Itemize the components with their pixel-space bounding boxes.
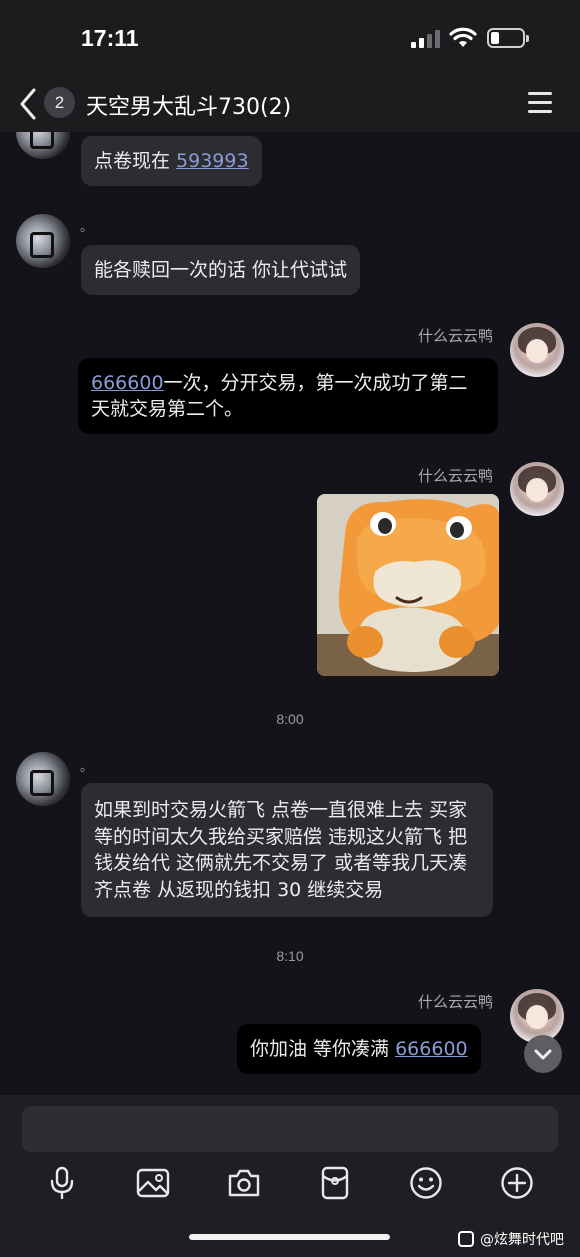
message-link[interactable]: 593993 [176, 150, 249, 172]
sticker-illustration [317, 494, 499, 676]
chat-title: 天空男大乱斗730(2) [86, 95, 292, 120]
chevron-down-icon [534, 1049, 552, 1060]
sender-name: 什么云云鸭 [417, 993, 493, 1011]
sender-avatar[interactable] [16, 214, 70, 268]
message-link[interactable]: 666600 [395, 1038, 468, 1060]
red-packet-icon [321, 1166, 349, 1200]
message-bubble[interactable]: 666600一次，分开交易，第一次成功了第二天就交易第二个。 [78, 358, 498, 434]
red-packet-button[interactable] [313, 1161, 357, 1205]
status-time: 17:11 [81, 25, 139, 51]
wifi-icon [449, 27, 477, 47]
emoji-button[interactable] [404, 1161, 448, 1205]
message-bubble[interactable]: 点卷现在 593993 [81, 136, 262, 186]
album-button[interactable] [131, 1161, 175, 1205]
message-text: 如果到时交易火箭飞 点卷一直很难上去 买家等的时间太久我给买家赔偿 违规这火箭飞… [94, 799, 468, 901]
scroll-to-bottom-button[interactable] [524, 1035, 562, 1073]
message-link[interactable]: 666600 [91, 372, 164, 394]
sender-name: 。 [80, 760, 94, 775]
more-button[interactable] [495, 1161, 539, 1205]
message-bubble[interactable]: 你加油 等你凑满 666600 [237, 1024, 481, 1074]
watermark: @炫舞时代吧 [458, 1229, 564, 1249]
sender-name: 什么云云鸭 [417, 327, 493, 345]
microphone-icon [50, 1166, 74, 1200]
menu-button[interactable] [526, 90, 556, 116]
message-timestamp: 8:00 [276, 711, 304, 727]
sender-name: 。 [80, 220, 94, 235]
unread-count-badge[interactable]: 2 [44, 87, 75, 118]
sender-avatar[interactable] [16, 132, 70, 159]
back-button[interactable] [14, 84, 44, 124]
sender-avatar[interactable] [16, 752, 70, 806]
message-bubble[interactable]: 如果到时交易火箭飞 点卷一直很难上去 买家等的时间太久我给买家赔偿 违规这火箭飞… [81, 783, 493, 917]
message-bubble[interactable]: 能各赎回一次的话 你让代试试 [81, 245, 361, 295]
cellular-signal-icon [411, 30, 441, 48]
message-timestamp: 8:10 [276, 948, 304, 964]
camera-icon [228, 1169, 260, 1197]
battery-icon [487, 28, 529, 48]
camera-button[interactable] [222, 1161, 266, 1205]
message-input[interactable] [22, 1106, 558, 1152]
watermark-logo-icon [458, 1231, 474, 1247]
message-text: 你加油 等你凑满 [250, 1038, 396, 1060]
watermark-text: @炫舞时代吧 [480, 1232, 564, 1248]
message-text: 点卷现在 [94, 150, 177, 172]
voice-button[interactable] [40, 1161, 84, 1205]
sender-name: 什么云云鸭 [417, 467, 493, 485]
chat-header: 2 天空男大乱斗730(2) [0, 76, 580, 132]
my-avatar[interactable] [510, 323, 564, 377]
composer: @炫舞时代吧 [0, 1095, 580, 1257]
message-list[interactable]: 点卷现在 593993 。 能各赎回一次的话 你让代试试 什么云云鸭 66660… [0, 132, 580, 1095]
status-bar: 17:11 [0, 0, 580, 76]
emoji-icon [410, 1167, 442, 1199]
my-avatar[interactable] [510, 462, 564, 516]
plus-icon [501, 1167, 533, 1199]
image-icon [136, 1168, 170, 1198]
home-indicator[interactable] [189, 1234, 390, 1240]
message-text: 能各赎回一次的话 你让代试试 [94, 259, 348, 281]
sticker-image[interactable] [317, 494, 499, 676]
